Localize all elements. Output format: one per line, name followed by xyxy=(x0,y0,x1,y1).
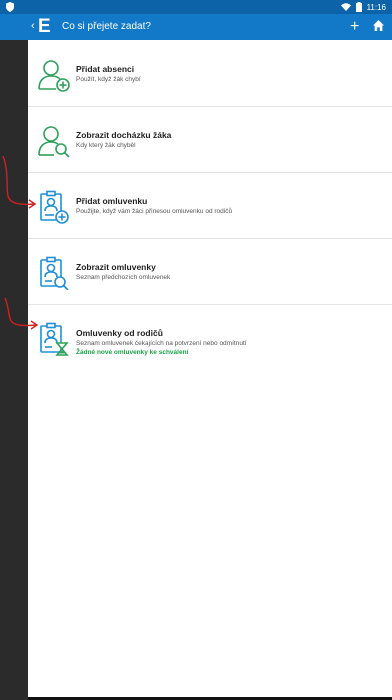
annotation-arrow xyxy=(2,155,35,205)
annotation-overlay xyxy=(2,155,39,330)
screen: 11:16 ‹ E Co si přejete zadat? + Přidat … xyxy=(0,0,392,700)
